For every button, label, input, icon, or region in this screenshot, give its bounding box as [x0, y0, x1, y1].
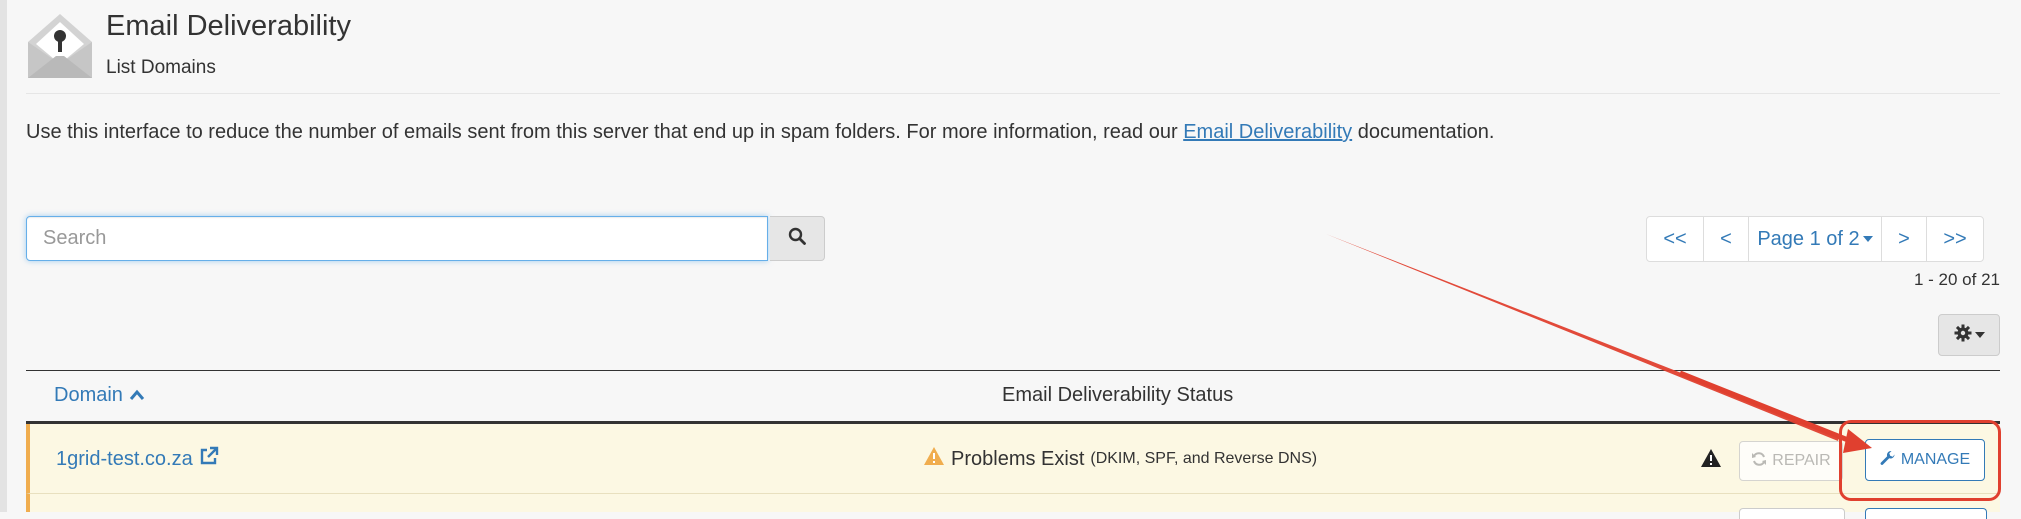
alert-icon [1700, 448, 1722, 473]
sort-ascending-icon [129, 384, 145, 407]
settings-dropdown-button[interactable] [1938, 314, 2000, 356]
domain-link[interactable]: 1grid-test.co.za [56, 446, 219, 472]
repair-button[interactable] [1739, 508, 1845, 519]
gear-icon [1954, 324, 1972, 347]
deliverability-status: Problems Exist (DKIM, SPF, and Reverse D… [923, 446, 1317, 472]
repair-label: REPAIR [1772, 452, 1831, 469]
page-label: Page 1 of 2 [1757, 227, 1860, 250]
domain-name: 1grid-test.co.za [56, 447, 193, 470]
column-header-status: Email Deliverability Status [1002, 384, 1234, 406]
next-page-button[interactable]: > [1881, 216, 1927, 262]
intro-text-after: documentation. [1352, 121, 1495, 143]
last-page-button[interactable]: >> [1926, 216, 1984, 262]
table-top-border [26, 370, 2000, 371]
search-icon [788, 227, 806, 250]
first-page-button[interactable]: << [1646, 216, 1704, 262]
envelope-key-icon [26, 12, 94, 80]
header-divider [26, 93, 2000, 94]
search-input[interactable] [27, 217, 767, 260]
email-deliverability-doc-link[interactable]: Email Deliverability [1183, 121, 1352, 143]
page-title: Email Deliverability [106, 10, 351, 42]
repair-button[interactable]: REPAIR [1739, 441, 1843, 481]
column-header-domain-label: Domain [54, 384, 123, 406]
pagination: << < Page 1 of 2 > >> [1646, 216, 1984, 262]
page-subtitle: List Domains [106, 57, 216, 78]
intro-text: Use this interface to reduce the number … [26, 121, 1494, 144]
table-row: 1grid-test.co.za Problems Exist (DKIM, S… [26, 424, 2000, 494]
search-field[interactable] [26, 216, 768, 261]
warning-icon [923, 446, 945, 472]
status-text: Problems Exist [951, 447, 1085, 470]
column-header-domain[interactable]: Domain [54, 384, 145, 407]
search-button[interactable] [770, 216, 825, 261]
main-content: Email Deliverability List Domains Use th… [26, 0, 2001, 519]
wrench-icon [1880, 450, 1896, 471]
manage-label: MANAGE [1900, 451, 1971, 468]
left-edge [0, 0, 7, 512]
manage-button[interactable]: MANAGE [1865, 439, 1985, 481]
prev-page-button[interactable]: < [1703, 216, 1749, 262]
status-detail: (DKIM, SPF, and Reverse DNS) [1090, 450, 1318, 467]
refresh-icon [1751, 451, 1767, 472]
intro-text-before: Use this interface to reduce the number … [26, 121, 1184, 143]
page-select-dropdown[interactable]: Page 1 of 2 [1748, 216, 1882, 262]
caret-down-icon [1974, 332, 1985, 338]
external-link-icon [199, 446, 219, 472]
table-row [26, 494, 2000, 519]
manage-button[interactable] [1865, 508, 1987, 519]
results-range: 1 - 20 of 21 [1913, 270, 2000, 289]
caret-down-icon [1862, 236, 1873, 242]
